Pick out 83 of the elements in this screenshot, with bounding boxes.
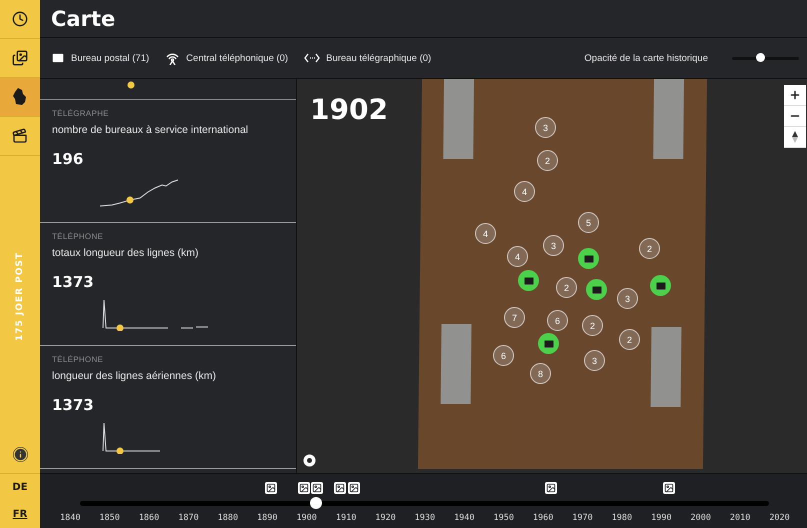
layer-filter[interactable]: Central téléphonique (0) [165, 51, 288, 65]
year-tick: 1840 [60, 513, 80, 523]
envelope-icon [582, 252, 594, 264]
envelope-icon [590, 284, 602, 296]
photo-icon[interactable] [663, 482, 676, 494]
year-tick: 1900 [296, 513, 317, 523]
cluster-marker[interactable]: 6 [493, 345, 514, 366]
stat-category: TÉLÉPHONE [52, 232, 104, 241]
cluster-marker[interactable]: 3 [535, 117, 556, 138]
antenna-icon [165, 51, 180, 65]
envelope-icon [654, 280, 666, 292]
compass-icon [792, 131, 798, 143]
year-tick: 1860 [138, 513, 160, 523]
cluster-marker[interactable]: 4 [507, 246, 528, 267]
stat-category: TÉLÉPHONE [52, 355, 104, 364]
map-logo-icon [303, 454, 316, 467]
opacity-label: Opacité de la carte historique [584, 52, 708, 64]
photo-icon[interactable] [544, 482, 557, 494]
map-view[interactable]: 1902 3 2 4 5 4 3 2 4 2 3 7 6 2 2 6 3 8 [297, 79, 807, 473]
year-tick: 1940 [454, 513, 475, 523]
stat-category: TÉLÉGRAPHE [52, 109, 110, 118]
dotted-arrows-icon [304, 53, 320, 63]
photo-icon[interactable] [265, 482, 278, 494]
photo-icon[interactable] [348, 482, 360, 494]
photo-icon[interactable] [311, 482, 324, 494]
plus-icon [789, 89, 801, 101]
stat-value: 196 [52, 150, 84, 168]
cluster-marker[interactable]: 3 [543, 235, 564, 256]
brand-label: 175 JOER POST [15, 252, 25, 340]
page-title: Carte [51, 6, 116, 30]
photo-icon[interactable] [298, 482, 310, 494]
year-tick: 1910 [336, 513, 356, 523]
year-tick: 1980 [612, 513, 632, 523]
year-tick: 1990 [651, 513, 672, 523]
slider-thumb[interactable] [310, 497, 322, 509]
year-tick: 1850 [99, 513, 120, 523]
stat-title: nombre de bureaux à service international [52, 124, 250, 136]
cluster-marker[interactable]: 6 [547, 310, 568, 331]
language-link[interactable]: FR [0, 501, 40, 528]
chart-dot-icon [127, 81, 135, 89]
year-tick: 1960 [532, 513, 554, 523]
stat-title: longueur des lignes aériennes (km) [52, 370, 218, 382]
stat-title: totaux longueur des lignes (km) [52, 247, 200, 259]
cluster-marker[interactable]: 2 [619, 329, 640, 350]
clock-icon [12, 11, 28, 27]
envelope-icon [522, 274, 534, 286]
country-silhouette-icon [13, 88, 27, 106]
nav-button[interactable] [0, 78, 40, 117]
cluster-marker[interactable]: 2 [556, 277, 577, 298]
cluster-marker[interactable]: 8 [530, 363, 551, 384]
language-link[interactable]: DE [0, 474, 40, 501]
year-label: 1902 [310, 93, 388, 126]
envelope-icon [51, 51, 65, 65]
year-tick: 1870 [178, 513, 199, 523]
stat-value: 1373 [52, 273, 95, 291]
year-tick: 1890 [257, 513, 278, 523]
year-tick: 1930 [414, 513, 436, 523]
year-tick: 1880 [218, 513, 238, 523]
cluster-marker[interactable]: 3 [617, 288, 638, 309]
cluster-marker[interactable]: 4 [475, 223, 496, 244]
info-icon[interactable] [12, 447, 28, 462]
year-tick: 1970 [572, 513, 593, 523]
envelope-icon [542, 338, 554, 350]
year-tick: 2010 [730, 513, 750, 523]
cluster-marker[interactable]: 2 [582, 315, 603, 336]
layer-filter[interactable]: Bureau télégraphique (0) [304, 52, 432, 64]
video-icon [12, 128, 28, 144]
photo-icon[interactable] [334, 482, 346, 494]
stat-value: 1373 [52, 396, 95, 414]
images-icon [12, 50, 28, 66]
zoom-in-button[interactable] [784, 85, 806, 106]
cluster-marker[interactable]: 2 [639, 238, 660, 259]
year-tick: 1950 [493, 513, 514, 523]
cluster-marker[interactable]: 7 [504, 307, 525, 328]
slider-thumb[interactable] [756, 52, 766, 62]
year-tick: 2000 [690, 513, 711, 523]
year-tick: 2020 [769, 513, 790, 523]
cluster-marker[interactable]: 3 [584, 350, 605, 371]
cluster-marker[interactable]: 2 [537, 150, 558, 171]
year-tick: 1920 [375, 513, 396, 523]
layer-filter[interactable]: Bureau postal (71) [51, 51, 150, 65]
cluster-marker[interactable]: 5 [578, 212, 599, 233]
cluster-marker[interactable]: 4 [514, 181, 535, 202]
